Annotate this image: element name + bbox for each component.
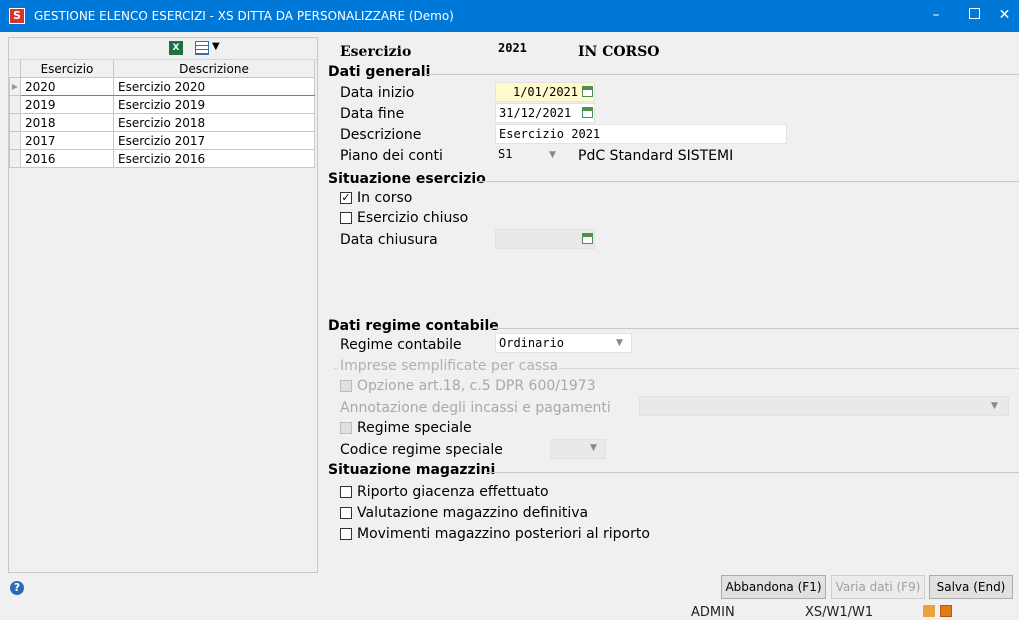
cell-descrizione[interactable]: Esercizio 2019: [113, 95, 315, 114]
chevron-down-icon: ▼: [590, 443, 597, 453]
table-row[interactable]: 2017 Esercizio 2017: [9, 131, 315, 150]
row-indicator: [9, 113, 21, 132]
chevron-down-icon[interactable]: ▼: [616, 338, 623, 348]
table-row[interactable]: 2019 Esercizio 2019: [9, 95, 315, 114]
descrizione-label: Descrizione: [340, 127, 422, 143]
table-row[interactable]: ▶ 2020 Esercizio 2020: [9, 77, 315, 96]
cell-esercizio[interactable]: 2019: [20, 95, 114, 114]
row-indicator-header: [9, 60, 21, 78]
esercizio-status: IN CORSO: [578, 44, 660, 60]
data-chiusura-field: [495, 229, 595, 249]
riporto-giacenza-checkbox[interactable]: [340, 486, 352, 498]
minimize-button[interactable]: –: [917, 0, 955, 32]
esercizio-value: 2021: [498, 41, 527, 55]
row-indicator: [9, 131, 21, 150]
varia-dati-button: Varia dati (F9): [831, 575, 925, 599]
section-divider: [486, 472, 1019, 473]
esercizio-chiuso-label: Esercizio chiuso: [357, 210, 469, 226]
title-bar: S GESTIONE ELENCO ESERCIZI - XS DITTA DA…: [0, 0, 1019, 32]
cell-esercizio[interactable]: 2018: [20, 113, 114, 132]
column-header-esercizio[interactable]: Esercizio: [20, 60, 114, 78]
grid-layout-icon[interactable]: [195, 41, 209, 55]
data-inizio-field[interactable]: 1/01/2021: [495, 82, 595, 102]
section-divider: [478, 181, 1019, 182]
piano-conti-label: Piano dei conti: [340, 148, 443, 164]
table-row[interactable]: 2016 Esercizio 2016: [9, 149, 315, 168]
section-divider: [425, 74, 1019, 75]
cell-esercizio[interactable]: 2017: [20, 131, 114, 150]
section-situazione-esercizio: Situazione esercizio: [328, 171, 486, 187]
excel-export-icon[interactable]: X: [169, 41, 183, 55]
salva-button[interactable]: Salva (End): [929, 575, 1013, 599]
section-divider: [559, 368, 1019, 369]
esercizi-list-panel: X ▼ Esercizio Descrizione ▶ 2020 Eserciz…: [8, 37, 318, 573]
cell-esercizio[interactable]: 2016: [20, 149, 114, 168]
section-dati-generali: Dati generali: [328, 64, 431, 80]
data-fine-field[interactable]: 31/12/2021: [495, 103, 595, 123]
edit-pencil-icon: [923, 605, 935, 617]
cell-descrizione[interactable]: Esercizio 2017: [113, 131, 315, 150]
section-regime-contabile: Dati regime contabile: [328, 318, 499, 334]
piano-conti-description: PdC Standard SISTEMI: [578, 148, 734, 164]
valutazione-magazzino-label: Valutazione magazzino definitiva: [357, 505, 589, 521]
row-indicator: [9, 95, 21, 114]
data-inizio-label: Data inizio: [340, 85, 415, 101]
data-fine-label: Data fine: [340, 106, 405, 122]
chevron-down-icon[interactable]: ▼: [549, 150, 556, 160]
section-divider: [488, 328, 1019, 329]
section-imprese-semplificate: Imprese semplificate per cassa: [340, 358, 559, 374]
movimenti-magazzino-checkbox[interactable]: [340, 528, 352, 540]
help-icon[interactable]: ?: [10, 581, 24, 595]
esercizio-chiuso-checkbox[interactable]: [340, 212, 352, 224]
codice-regime-speciale-label: Codice regime speciale: [340, 442, 503, 458]
chevron-down-icon[interactable]: ▼: [212, 41, 220, 52]
in-corso-checkbox[interactable]: ✓: [340, 192, 352, 204]
calendar-icon[interactable]: [582, 107, 593, 118]
annotazione-select: [639, 396, 1009, 416]
regime-speciale-label: Regime speciale: [357, 420, 472, 436]
cell-esercizio[interactable]: 2020: [20, 77, 114, 96]
codice-regime-speciale-select: [550, 439, 606, 459]
maximize-icon: [968, 8, 980, 19]
maximize-button[interactable]: [955, 0, 993, 32]
calendar-icon[interactable]: [582, 233, 593, 244]
grid-toolbar: X ▼: [9, 38, 317, 60]
status-user: ADMIN: [691, 605, 735, 620]
status-workstation: XS/W1/W1: [805, 605, 874, 620]
row-selected-icon: ▶: [9, 77, 21, 96]
regime-contabile-label: Regime contabile: [340, 337, 462, 353]
regime-contabile-select[interactable]: Ordinario: [495, 333, 632, 353]
cell-descrizione[interactable]: Esercizio 2020: [113, 77, 315, 96]
opzione-art18-label: Opzione art.18, c.5 DPR 600/1973: [357, 378, 596, 394]
abbandona-button[interactable]: Abbandona (F1): [721, 575, 826, 599]
close-button[interactable]: ✕: [990, 0, 1019, 32]
in-corso-label: In corso: [357, 190, 413, 206]
data-chiusura-label: Data chiusura: [340, 232, 438, 248]
valutazione-magazzino-checkbox[interactable]: [340, 507, 352, 519]
cell-descrizione[interactable]: Esercizio 2016: [113, 149, 315, 168]
movimenti-magazzino-label: Movimenti magazzino posteriori al riport…: [357, 526, 650, 542]
annotazione-label: Annotazione degli incassi e pagamenti: [340, 400, 611, 416]
calendar-icon[interactable]: [582, 86, 593, 97]
chevron-down-icon: ▼: [991, 401, 998, 411]
riporto-giacenza-label: Riporto giacenza effettuato: [357, 484, 549, 500]
cell-descrizione[interactable]: Esercizio 2018: [113, 113, 315, 132]
window-title: GESTIONE ELENCO ESERCIZI - XS DITTA DA P…: [34, 9, 454, 23]
opzione-art18-checkbox: [340, 380, 352, 392]
row-indicator: [9, 149, 21, 168]
section-situazione-magazzini: Situazione magazzini: [328, 462, 496, 478]
column-header-descrizione[interactable]: Descrizione: [113, 60, 315, 78]
descrizione-field[interactable]: Esercizio 2021: [495, 124, 787, 144]
section-divider: [334, 368, 338, 369]
table-row[interactable]: 2018 Esercizio 2018: [9, 113, 315, 132]
regime-speciale-checkbox[interactable]: [340, 422, 352, 434]
esercizio-label: Esercizio: [340, 44, 412, 60]
app-logo-icon: S: [9, 8, 25, 24]
esercizi-grid: Esercizio Descrizione ▶ 2020 Esercizio 2…: [9, 60, 315, 168]
monitor-icon: [940, 605, 952, 617]
